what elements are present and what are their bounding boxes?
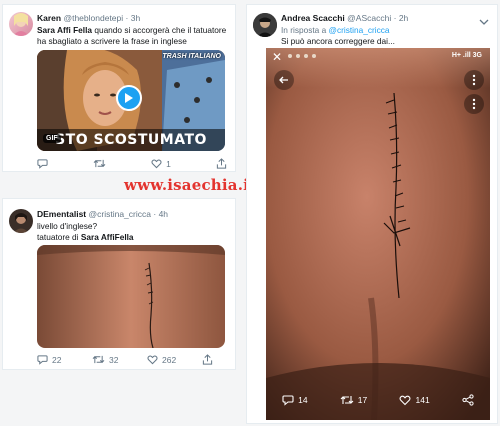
like-count: 1: [166, 158, 171, 169]
back-button[interactable]: [274, 70, 294, 90]
tweet-header: Andrea Scacchi @AScacchi · 2h: [281, 13, 408, 23]
tweet-card-karen[interactable]: Karen @theblondetepi · 3h Sara Affi Fell…: [2, 4, 236, 172]
tweet-header: DEmentalist @cristina_cricca · 4h: [37, 209, 168, 219]
author-name[interactable]: Karen: [37, 13, 61, 23]
author-handle[interactable]: @theblondetepi: [63, 13, 123, 23]
reply-count: 14: [298, 395, 308, 405]
chevron-down-icon[interactable]: [479, 13, 489, 31]
like-action[interactable]: 262: [147, 354, 202, 365]
reply-context: In risposta a @cristina_cricca: [281, 25, 390, 36]
separator: ·: [393, 13, 397, 23]
media-logo: TRASH ITALIANO: [162, 53, 221, 60]
heart-icon: [151, 159, 162, 169]
share-icon: [216, 158, 227, 169]
author-name[interactable]: DEmentalist: [37, 209, 86, 219]
author-handle[interactable]: @cristina_cricca: [89, 209, 151, 219]
author-name[interactable]: Andrea Scacchi: [281, 13, 345, 23]
avatar[interactable]: [9, 209, 33, 233]
reply-action[interactable]: 14: [282, 394, 308, 406]
author-handle[interactable]: @AScacchi: [347, 13, 391, 23]
mention-bold: Sara AffiFella: [80, 232, 134, 242]
play-button[interactable]: [116, 85, 142, 111]
retweet-action[interactable]: [93, 158, 106, 169]
like-action[interactable]: 141: [399, 394, 430, 406]
tweet-actions: 1: [37, 158, 227, 169]
retweet-icon: [340, 396, 354, 404]
reply-mention-link[interactable]: @cristina_cricca: [329, 25, 390, 35]
avatar[interactable]: [9, 12, 33, 36]
site-watermark: www.isaechia.it: [124, 176, 257, 194]
timestamp[interactable]: 3h: [131, 13, 140, 23]
heart-icon: [400, 395, 411, 406]
tweet-text: livello d'inglese? tatuatore di Sara Aff…: [37, 221, 233, 243]
tweet-header: Karen @theblondetepi · 3h: [37, 13, 140, 23]
retweet-icon: [93, 159, 106, 168]
retweet-count: 17: [357, 395, 368, 405]
separator: ·: [125, 13, 129, 23]
tweet-actions: 22 32 262: [37, 354, 225, 365]
share-action[interactable]: [462, 394, 474, 406]
like-count: 141: [415, 395, 430, 405]
tweet-text: Sara Affi Fella quando si accorgerà che …: [37, 25, 233, 47]
tweet-line-1: livello d'inglese?: [37, 221, 98, 231]
reply-icon: [37, 159, 48, 169]
retweet-action[interactable]: 17: [340, 394, 367, 406]
phone-tweet-actions: 14 17 141: [266, 388, 490, 412]
like-count: 262: [162, 354, 177, 365]
photo-media[interactable]: [37, 245, 225, 348]
more-vertical-icon: [472, 74, 476, 86]
timestamp[interactable]: 4h: [159, 209, 168, 219]
gif-media[interactable]: TRASH ITALIANO STO SCOSTUMATO GIF: [37, 50, 225, 151]
phone-status-bar: H+ .ill 3G: [451, 52, 482, 59]
separator: ·: [153, 209, 157, 219]
close-icon[interactable]: ✕: [272, 50, 282, 64]
reply-prefix: In risposta a: [281, 25, 329, 35]
avatar-image: [13, 13, 29, 36]
avatar[interactable]: [253, 13, 277, 37]
tweet-line-2: tatuatore di Sara AffiFella: [37, 232, 233, 243]
tweet-card-dementalist[interactable]: DEmentalist @cristina_cricca · 4h livell…: [2, 198, 236, 370]
avatar-image: [253, 13, 277, 37]
reply-action[interactable]: [37, 158, 48, 169]
reply-action[interactable]: 22: [37, 354, 92, 365]
timestamp[interactable]: 2h: [399, 13, 408, 23]
retweet-count: 32: [109, 354, 119, 365]
tattoo-photo-large: [266, 48, 490, 420]
reply-count: 22: [52, 354, 62, 365]
share-action[interactable]: [202, 354, 213, 365]
share-icon: [462, 394, 474, 406]
retweet-action[interactable]: 32: [92, 354, 147, 365]
reply-icon: [282, 395, 294, 406]
share-action[interactable]: [216, 158, 227, 169]
avatar-image: [13, 213, 29, 233]
play-icon: [125, 93, 133, 103]
reply-icon: [37, 355, 48, 365]
more-vertical-icon: [472, 98, 476, 110]
heart-icon: [147, 355, 158, 365]
more-button[interactable]: [464, 70, 484, 90]
like-action[interactable]: 1: [151, 158, 171, 169]
phone-screenshot[interactable]: ✕ H+ .ill 3G 14 17 141: [266, 48, 490, 420]
gif-badge: GIF: [43, 134, 61, 143]
share-icon: [202, 354, 213, 365]
tweet-text: Si può ancora correggere dai...: [281, 36, 395, 46]
retweet-icon: [92, 355, 105, 364]
mention-bold: Sara Affi Fella: [37, 25, 93, 35]
tweet-line-2-prefix: tatuatore di: [37, 232, 81, 242]
more-button-secondary[interactable]: [464, 94, 484, 114]
tattoo-photo: [37, 245, 225, 348]
arrow-left-icon: [279, 76, 288, 84]
gif-caption: STO SCOSTUMATO: [37, 129, 225, 151]
